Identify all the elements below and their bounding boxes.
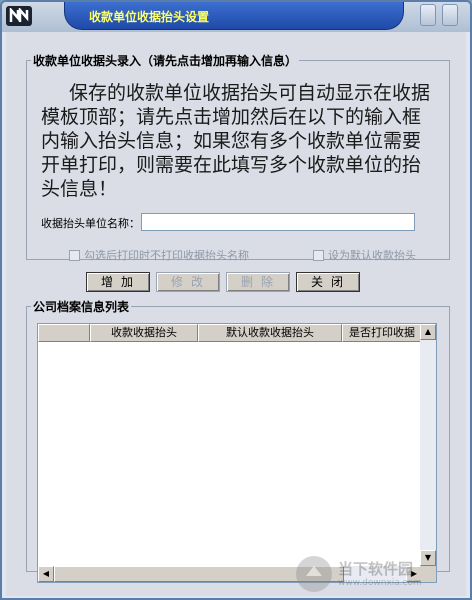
dialog-content: 收款单位收据头录入（请先点击增加再输入信息） 保存的收款单位收据抬头可自动显示在… <box>6 32 466 596</box>
scroll-left-icon[interactable]: ◀ <box>38 566 54 582</box>
watermark-text: 当下软件园 <box>338 560 414 578</box>
hide-header-label: 勾选后打印时不打印收据抬头名称 <box>84 249 249 262</box>
title-tab: 收款单位收据抬头设置 <box>64 2 404 30</box>
column-header-default-header[interactable]: 默认收款收据抬头 <box>198 324 342 342</box>
column-header-print-receipt[interactable]: 是否打印收据 <box>342 324 422 342</box>
app-logo-icon[interactable] <box>6 6 32 26</box>
company-list-group: 公司档案信息列表 收款收据抬头 默认收款收据抬头 是否打印收据 ▲ ▼ ◀ ▶ <box>26 298 450 583</box>
watermark-url: www.downxia.com <box>338 578 422 588</box>
edit-button[interactable]: 修改 <box>156 272 220 292</box>
close-button[interactable]: 关闭 <box>296 272 360 292</box>
column-header-receipt-header[interactable]: 收款收据抬头 <box>90 324 198 342</box>
header-name-label: 收据抬头单位名称： <box>41 217 140 230</box>
site-watermark: 当下软件园 www.downxia.com <box>294 554 454 594</box>
vertical-scrollbar[interactable]: ▲ ▼ <box>420 324 436 566</box>
column-header-blank[interactable] <box>38 324 90 342</box>
table-header: 收款收据抬头 默认收款收据抬头 是否打印收据 <box>38 324 422 342</box>
default-header-option[interactable]: 设为默认收款抬头 <box>313 247 416 263</box>
add-button[interactable]: 增加 <box>86 272 150 292</box>
watermark-logo-icon <box>296 556 332 592</box>
dialog-window: 收款单位收据抬头设置 收款单位收据头录入（请先点击增加再输入信息） 保存的收款单… <box>0 0 472 600</box>
minimize-button[interactable] <box>420 4 436 26</box>
hide-header-option[interactable]: 勾选后打印时不打印收据抬头名称 <box>69 247 249 263</box>
close-window-button[interactable] <box>442 4 458 26</box>
default-header-label: 设为默认收款抬头 <box>328 249 416 262</box>
header-entry-legend: 收款单位收据头录入（请先点击增加再输入信息） <box>33 54 298 68</box>
delete-button[interactable]: 删除 <box>226 272 290 292</box>
hide-header-checkbox[interactable] <box>69 249 80 261</box>
title-bar: 收款单位收据抬头设置 <box>2 2 470 32</box>
company-list-table[interactable]: 收款收据抬头 默认收款收据抬头 是否打印收据 ▲ ▼ ◀ ▶ <box>37 323 437 583</box>
default-header-checkbox[interactable] <box>313 249 324 261</box>
header-entry-group: 收款单位收据头录入（请先点击增加再输入信息） 保存的收款单位收据抬头可自动显示在… <box>26 52 450 263</box>
instruction-text: 保存的收款单位收据抬头可自动显示在收据模板顶部；请先点击增加然后在以下的输入框内… <box>41 82 431 200</box>
scroll-up-icon[interactable]: ▲ <box>420 324 436 340</box>
company-list-legend: 公司档案信息列表 <box>33 300 130 314</box>
header-name-input[interactable] <box>141 213 415 231</box>
window-title: 收款单位收据抬头设置 <box>89 10 210 24</box>
